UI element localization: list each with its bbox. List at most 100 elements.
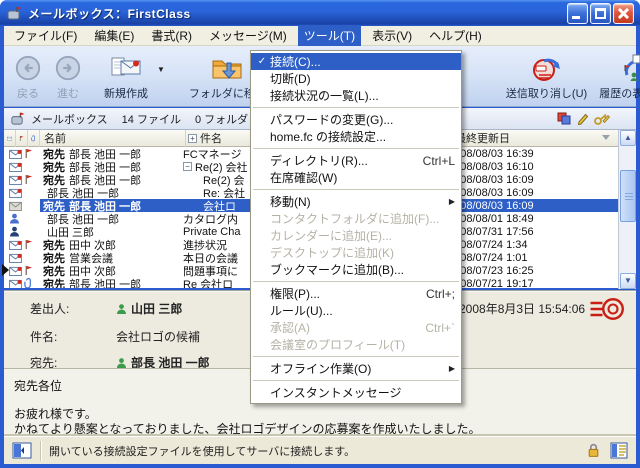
scroll-up-button[interactable]: ▲ (620, 130, 636, 146)
row-name: 宛先部長 池田 一郎 (40, 276, 183, 289)
forward-button[interactable]: 進む (48, 49, 88, 103)
column-envelope[interactable] (4, 130, 16, 147)
attachment-column-icon (31, 133, 36, 144)
forward-icon (54, 51, 82, 85)
flag-icon (24, 174, 33, 185)
attachment-icon (24, 278, 33, 288)
submenu-arrow-icon: ▶ (449, 197, 455, 206)
maximize-button[interactable] (590, 3, 611, 24)
menu-item[interactable]: 移動(N) ▶ (251, 193, 461, 210)
menubar-item[interactable]: 編集(E) (88, 25, 140, 46)
menu-separator (253, 189, 459, 190)
from-value: 山田 三郎 (116, 300, 182, 317)
permissions-icon[interactable] (557, 112, 571, 125)
menu-item[interactable]: パスワードの変更(G)... (251, 111, 461, 128)
menu-item[interactable]: ブックマークに追加(B)... (251, 261, 461, 278)
menu-item[interactable]: カレンダーに追加(E)... (251, 227, 461, 244)
minimize-button[interactable] (567, 3, 588, 24)
vertical-scrollbar[interactable]: ▲ ▼ (618, 130, 636, 289)
folder-move-icon (211, 51, 243, 85)
sender-person-icon (116, 303, 127, 315)
mail-icon (9, 188, 22, 198)
folder-count: 0 フォルダ (195, 111, 248, 127)
scrollbar-thumb[interactable] (620, 170, 636, 222)
back-button[interactable]: 戻る (8, 49, 48, 103)
row-date: 2008/07/24 1:34 (448, 239, 618, 251)
menu-separator (253, 107, 459, 108)
key-pencil-icon[interactable] (594, 112, 610, 125)
row-date: 2008/07/24 1:01 (448, 252, 618, 264)
menu-separator (253, 356, 459, 357)
menu-item[interactable]: 接続状況の一覧(L)... (251, 87, 461, 104)
back-icon (14, 51, 42, 85)
from-label: 差出人: (30, 300, 116, 317)
person-dark-icon (9, 226, 20, 237)
scroll-down-button[interactable]: ▼ (620, 273, 636, 289)
menubar-item[interactable]: ファイル(F) (8, 25, 83, 46)
compose-icon (109, 51, 143, 85)
row-date: 2008/08/03 16:09 (448, 200, 618, 212)
menu-item[interactable]: コンタクトフォルダに追加(F)... (251, 210, 461, 227)
close-button[interactable] (613, 3, 634, 24)
history-button[interactable]: 履歴の表示(H) (593, 49, 640, 103)
pane-splitter-arrow[interactable] (2, 264, 9, 276)
menu-separator (253, 148, 459, 149)
menu-item[interactable]: ルール(U)... (251, 302, 461, 319)
menu-item[interactable]: 承認(A) Ctrl+` (251, 319, 461, 336)
edit-pencil-icon[interactable] (576, 112, 589, 125)
menubar-item[interactable]: メッセージ(M) (203, 25, 293, 46)
mail-icon (9, 162, 22, 172)
row-date: 2008/07/31 17:56 (448, 226, 618, 238)
column-date[interactable]: 最終更新日 (451, 130, 618, 147)
mail-icon (9, 240, 22, 250)
menu-item[interactable]: 切断(D) (251, 70, 461, 87)
secure-lock-icon (587, 443, 600, 458)
file-count: 14 ファイル (122, 111, 181, 127)
compose-button[interactable]: 新規作成 (98, 49, 154, 103)
compose-dropdown-arrow[interactable]: ▼ (157, 65, 165, 74)
person-icon (9, 213, 20, 224)
collapse-thread-icon[interactable]: − (183, 162, 192, 171)
menu-item[interactable]: home.fc の接続設定... (251, 128, 461, 145)
menu-item[interactable]: デスクトップに追加(K) (251, 244, 461, 261)
status-separator (40, 441, 41, 461)
folder-title: メールボックス (31, 111, 108, 127)
window-title: メールボックス：FirstClass (28, 5, 191, 22)
menubar-item[interactable]: ヘルプ(H) (423, 25, 488, 46)
menubar-item[interactable]: 書式(R) (145, 25, 198, 46)
column-attachment[interactable] (28, 130, 40, 147)
menubar-item[interactable]: ツール(T) (298, 25, 361, 46)
sort-descending-icon (602, 135, 610, 140)
column-name[interactable]: 名前 (40, 130, 186, 147)
flag-icon (24, 239, 33, 250)
menu-item[interactable]: 会議室のプロフィール(T) (251, 336, 461, 353)
row-date: 2008/07/23 16:25 (448, 265, 618, 277)
expand-all-icon[interactable]: + (188, 134, 197, 143)
menu-separator (253, 281, 459, 282)
menu-item[interactable]: ディレクトリ(R)... Ctrl+L (251, 152, 461, 169)
row-date: 2008/08/03 16:09 (448, 187, 618, 199)
pane-toggle-icon[interactable] (12, 442, 32, 459)
menubar-item[interactable]: 表示(V) (366, 25, 418, 46)
connection-form-icon[interactable] (610, 442, 628, 459)
menu-item[interactable]: 権限(P)... Ctrl+; (251, 285, 461, 302)
mail-icon (9, 253, 22, 263)
mailbox-icon (6, 5, 22, 21)
mail-read-icon (9, 201, 22, 211)
unsend-button[interactable]: 送信取り消し(U) (500, 49, 593, 103)
menu-item[interactable]: ✓ 接続(C)... (251, 53, 461, 70)
tools-menu: ✓ 接続(C)... 切断(D) 接続状況の一覧(L)... (250, 50, 462, 404)
menu-item[interactable]: 在席確認(W) (251, 169, 461, 186)
menu-item[interactable]: オフライン作業(O) ▶ (251, 360, 461, 377)
flag-column-icon (19, 133, 24, 144)
menu-bar: ファイル(F) 編集(E) 書式(R) メッセージ(M) ツール(T) 表示(V… (4, 26, 636, 46)
title-bar[interactable]: メールボックス：FirstClass (0, 0, 640, 26)
menu-item[interactable]: インスタントメッセージ (251, 384, 461, 401)
column-flag[interactable] (16, 130, 28, 147)
firstclass-window: メールボックス：FirstClass ファイル(F) 編集(E) 書式(R) メ… (0, 0, 640, 468)
status-text: 開いている接続設定ファイルを使用してサーバに接続します。 (49, 443, 355, 459)
recipient-person-icon (116, 357, 127, 369)
postmark-stamp-icon (589, 297, 625, 324)
message-date: 2008年8月3日 15:54:06 (459, 300, 585, 317)
status-bar: 開いている接続設定ファイルを使用してサーバに接続します。 (4, 436, 636, 464)
